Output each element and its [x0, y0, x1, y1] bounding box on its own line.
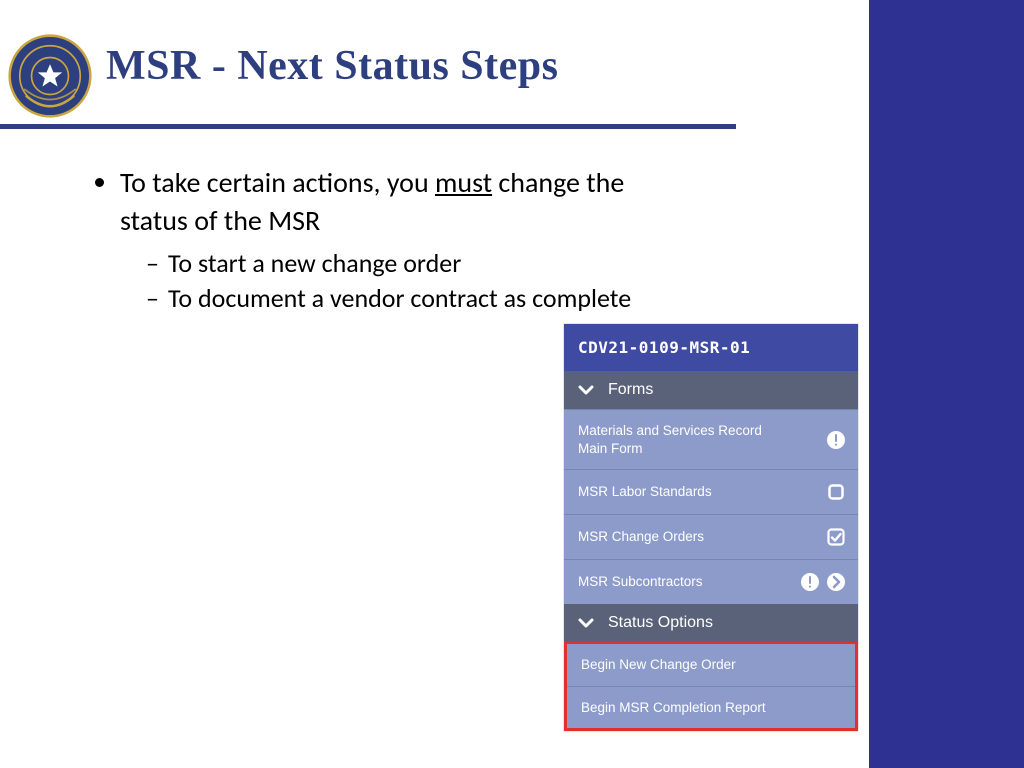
- body-content: To take certain actions, you must change…: [74, 164, 644, 320]
- form-item-label: MSR Subcontractors: [578, 573, 703, 591]
- chevron-down-icon: [578, 382, 594, 398]
- form-item-label: MSR Change Orders: [578, 528, 704, 546]
- bullet-text-pre: To take certain actions, you: [120, 165, 435, 200]
- status-highlight-box: Begin New Change Order Begin MSR Complet…: [564, 642, 858, 731]
- subbullet-2: To document a vendor contract as complet…: [168, 281, 644, 316]
- chevron-down-icon: [578, 615, 594, 631]
- form-item-label: MSR Labor Standards: [578, 483, 712, 501]
- form-item-main[interactable]: Materials and Services Record Main Form: [564, 409, 858, 469]
- section-forms[interactable]: Forms: [564, 371, 858, 409]
- msr-panel: CDV21-0109-MSR-01 Forms Materials and Se…: [564, 324, 858, 731]
- square-icon: [826, 482, 846, 502]
- agency-seal-icon: [8, 34, 92, 118]
- status-begin-completion-report[interactable]: Begin MSR Completion Report: [567, 686, 855, 729]
- subbullet-1: To start a new change order: [168, 246, 644, 281]
- slide: MSR - Next Status Steps To take certain …: [0, 0, 1024, 768]
- section-status[interactable]: Status Options: [564, 604, 858, 642]
- section-status-label: Status Options: [608, 614, 713, 632]
- panel-record-id: CDV21-0109-MSR-01: [564, 324, 858, 371]
- form-item-labor[interactable]: MSR Labor Standards: [564, 469, 858, 514]
- alert-icon: [800, 572, 820, 592]
- status-item-label: Begin New Change Order: [581, 656, 736, 674]
- form-item-change-orders[interactable]: MSR Change Orders: [564, 514, 858, 559]
- status-item-label: Begin MSR Completion Report: [581, 699, 766, 717]
- title-underline: [0, 124, 736, 129]
- check-icon: [826, 527, 846, 547]
- page-title: MSR - Next Status Steps: [106, 42, 559, 90]
- form-item-label: Materials and Services Record Main Form: [578, 422, 778, 457]
- section-forms-label: Forms: [608, 381, 653, 399]
- right-accent-bar: [869, 0, 1024, 768]
- bullet-main: To take certain actions, you must change…: [120, 164, 644, 316]
- alert-icon: [826, 430, 846, 450]
- bullet-text-must: must: [435, 165, 492, 200]
- arrow-right-icon: [826, 572, 846, 592]
- status-begin-change-order[interactable]: Begin New Change Order: [567, 644, 855, 686]
- form-item-subcontractors[interactable]: MSR Subcontractors: [564, 559, 858, 604]
